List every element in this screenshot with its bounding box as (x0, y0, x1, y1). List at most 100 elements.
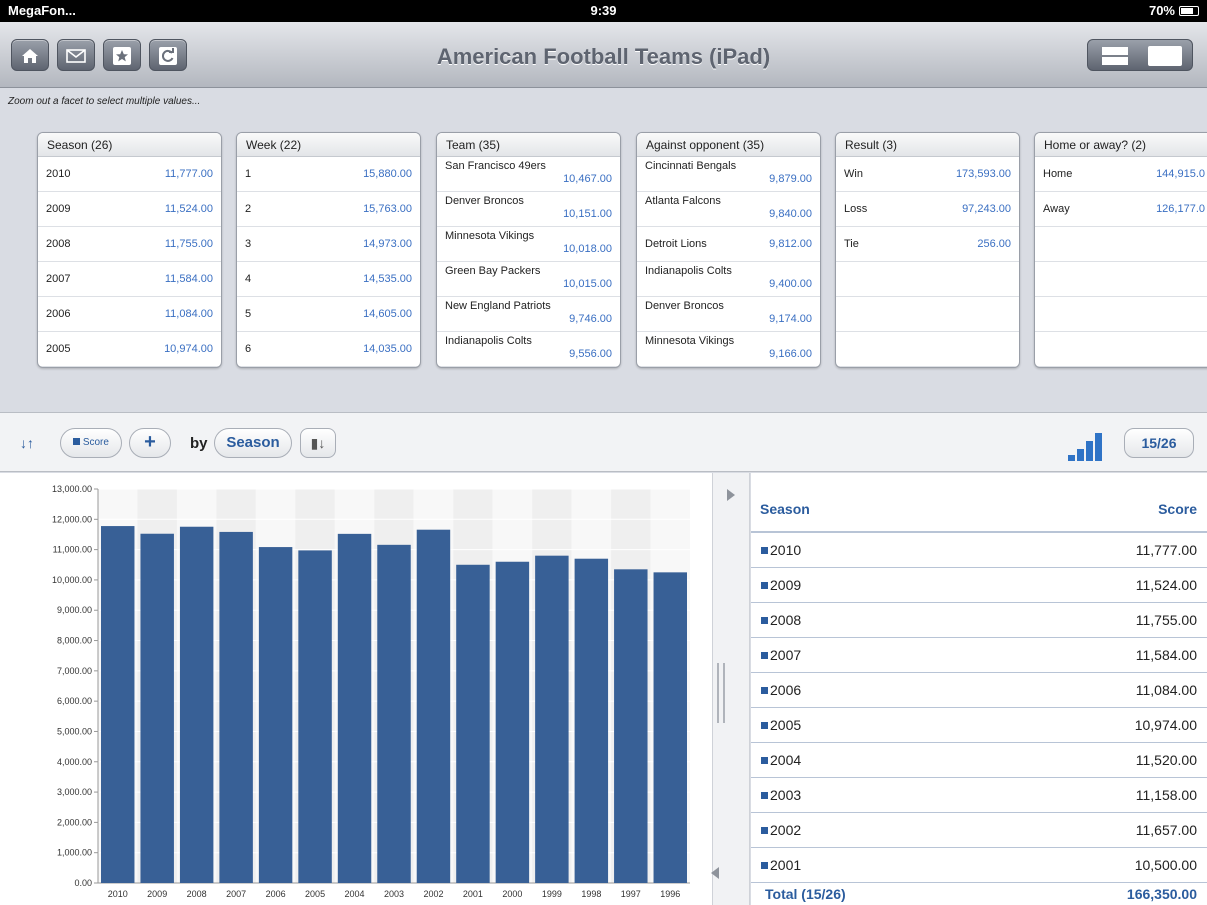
facet-row-label: 1 (245, 168, 252, 180)
facet-against-opponent[interactable]: Against opponent (35) Cincinnati Bengals… (636, 132, 821, 368)
bar (416, 529, 451, 883)
expand-left-icon[interactable] (711, 867, 719, 879)
facet-row-value: 9,400.00 (769, 278, 812, 290)
status-bar: MegaFon... 9:39 70% (0, 0, 1207, 22)
splitter-grip[interactable] (717, 663, 725, 723)
facet-row-value: 11,584.00 (164, 273, 213, 285)
layout-toggle[interactable] (1087, 39, 1193, 71)
facet-row-value: 144,915.0 (1156, 168, 1205, 180)
table-row[interactable]: 2010 11,777.00 (751, 533, 1207, 568)
facet-row[interactable]: 2010 11,777.00 (38, 157, 221, 192)
facet-team[interactable]: Team (35) San Francisco 49ers 10,467.00 D… (436, 132, 621, 368)
bar-chart[interactable]: 0.00 1,000.00 2,000.00 3,000.00 4,000.00 5,00… (0, 473, 712, 905)
sort-icon[interactable]: ↓↑ (20, 435, 34, 451)
facet-row[interactable]: 2008 11,755.00 (38, 227, 221, 262)
y-tick-label: 0.00 (74, 878, 92, 888)
x-tick-label: 2004 (345, 889, 365, 899)
table-row[interactable]: 2004 11,520.00 (751, 743, 1207, 778)
score-cell: 11,657.00 (1135, 822, 1197, 838)
y-tick-label: 11,000.00 (53, 545, 92, 555)
bar-chart-icon[interactable] (1068, 433, 1102, 461)
y-tick-label: 6,000.00 (57, 696, 92, 706)
facet-home-or-away[interactable]: Home or away? (2) Home 144,915.0 Away 126,… (1034, 132, 1207, 368)
table-row[interactable]: 2009 11,524.00 (751, 568, 1207, 603)
table-row[interactable]: 2006 11,084.00 (751, 673, 1207, 708)
facet-row[interactable]: Indianapolis Colts 9,400.00 (637, 262, 820, 297)
pane-splitter[interactable] (711, 473, 750, 905)
season-cell: 2001 (761, 857, 801, 873)
facet-row[interactable]: 2007 11,584.00 (38, 262, 221, 297)
facet-row[interactable]: Home 144,915.0 (1035, 157, 1207, 192)
facet-row-value: 14,973.00 (363, 238, 412, 250)
facet-row[interactable]: 6 14,035.00 (237, 332, 420, 367)
facet-row-label: 2 (245, 203, 252, 215)
facet-row[interactable]: Loss 97,243.00 (836, 192, 1019, 227)
facet-row-label: 5 (245, 308, 252, 320)
split-layout-icon[interactable] (1102, 47, 1128, 65)
facet-title: Season (26) (38, 133, 221, 157)
x-tick-label: 2001 (463, 889, 483, 899)
page-indicator-button[interactable]: 15/26 (1124, 428, 1194, 458)
facet-row[interactable]: Atlanta Falcons 9,840.00 (637, 192, 820, 227)
x-tick-label: 2000 (502, 889, 522, 899)
toolbar: American Football Teams (iPad) (0, 22, 1207, 88)
score-column-header[interactable]: Score (1158, 501, 1197, 517)
table-header: Season Score (751, 491, 1207, 533)
facet-row[interactable]: Cincinnati Bengals 9,879.00 (637, 157, 820, 192)
facet-row[interactable]: 2009 11,524.00 (38, 192, 221, 227)
table-row[interactable]: 2007 11,584.00 (751, 638, 1207, 673)
table-row[interactable]: 2001 10,500.00 (751, 848, 1207, 883)
facet-row[interactable]: 2005 10,974.00 (38, 332, 221, 367)
x-tick-label: 1998 (581, 889, 601, 899)
facet-season[interactable]: Season (26) 2010 11,777.00 2009 11,524.00 … (37, 132, 222, 368)
facet-row[interactable]: San Francisco 49ers 10,467.00 (437, 157, 620, 192)
facet-row[interactable]: Minnesota Vikings 10,018.00 (437, 227, 620, 262)
facet-row[interactable]: Away 126,177.0 (1035, 192, 1207, 227)
x-tick-label: 1996 (660, 889, 680, 899)
bar (101, 526, 135, 883)
table-total: Total (15/26) 166,350.00 (751, 883, 1207, 905)
facet-row[interactable]: Win 173,593.00 (836, 157, 1019, 192)
table-row[interactable]: 2002 11,657.00 (751, 813, 1207, 848)
facet-row[interactable]: Tie 256.00 (836, 227, 1019, 262)
table-row[interactable]: 2003 11,158.00 (751, 778, 1207, 813)
bar (535, 555, 569, 883)
add-measure-button[interactable]: + (129, 428, 171, 458)
facet-row[interactable]: Denver Broncos 10,151.00 (437, 192, 620, 227)
dimension-sort-button[interactable]: ▮↓ (300, 428, 336, 458)
facet-week[interactable]: Week (22) 1 15,880.00 2 15,763.00 3 14,973.… (236, 132, 421, 368)
y-tick-label: 5,000.00 (57, 726, 92, 736)
facet-row[interactable]: Denver Broncos 9,174.00 (637, 297, 820, 332)
season-cell: 2009 (761, 577, 801, 593)
facet-row[interactable]: 2 15,763.00 (237, 192, 420, 227)
battery-percent: 70% (1148, 3, 1175, 18)
facet-row[interactable]: Detroit Lions 9,812.00 (637, 227, 820, 262)
single-layout-icon[interactable] (1148, 46, 1182, 66)
facet-row[interactable]: 5 14,605.00 (237, 297, 420, 332)
facet-title: Against opponent (35) (637, 133, 820, 157)
facet-row[interactable]: Green Bay Packers 10,015.00 (437, 262, 620, 297)
facet-row[interactable]: Minnesota Vikings 9,166.00 (637, 332, 820, 367)
season-column-header[interactable]: Season (760, 501, 810, 517)
facet-row[interactable]: 3 14,973.00 (237, 227, 420, 262)
facet-row[interactable]: Indianapolis Colts 9,556.00 (437, 332, 620, 367)
expand-right-icon[interactable] (727, 489, 735, 501)
y-tick-label: 1,000.00 (57, 848, 92, 858)
table-row[interactable]: 2005 10,974.00 (751, 708, 1207, 743)
facet-row-value: 9,840.00 (769, 208, 812, 220)
score-cell: 11,584.00 (1135, 647, 1197, 663)
y-tick-label: 4,000.00 (57, 757, 92, 767)
facet-row[interactable]: 4 14,535.00 (237, 262, 420, 297)
facet-row[interactable]: New England Patriots 9,746.00 (437, 297, 620, 332)
table-row[interactable]: 2008 11,755.00 (751, 603, 1207, 638)
facet-row-empty (1035, 297, 1207, 332)
dimension-button[interactable]: Season (214, 428, 292, 458)
bar (614, 569, 648, 883)
facet-result[interactable]: Result (3) Win 173,593.00 Loss 97,243.00 T… (835, 132, 1020, 368)
facet-row[interactable]: 1 15,880.00 (237, 157, 420, 192)
facet-row[interactable]: 2006 11,084.00 (38, 297, 221, 332)
measure-button[interactable]: Score (60, 428, 122, 458)
facet-title: Week (22) (237, 133, 420, 157)
y-tick-label: 7,000.00 (57, 666, 92, 676)
facet-row-label: 2005 (46, 343, 71, 355)
